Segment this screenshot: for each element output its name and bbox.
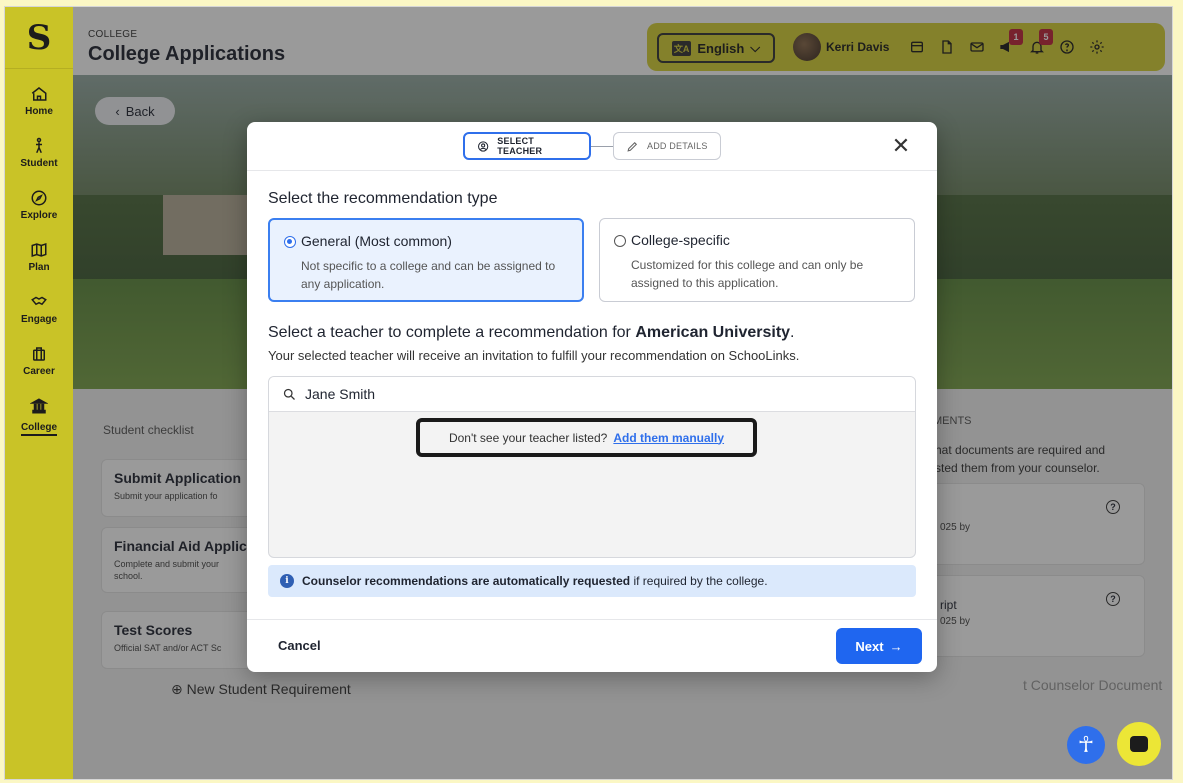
info-icon: i — [280, 574, 294, 588]
briefcase-icon — [5, 345, 73, 365]
compass-icon — [5, 189, 73, 209]
pencil-icon — [627, 141, 638, 152]
student-icon — [5, 137, 73, 157]
sidebar-item-career[interactable]: Career — [5, 345, 73, 377]
teacher-not-listed-box: Don't see your teacher listed? Add them … — [416, 418, 757, 457]
close-icon[interactable]: ✕ — [887, 132, 915, 160]
search-row — [269, 377, 915, 412]
sidebar-item-plan[interactable]: Plan — [5, 241, 73, 273]
modal-header-divider — [247, 170, 937, 171]
step-add-details[interactable]: ADD DETAILS — [613, 132, 721, 160]
schoolinks-logo[interactable]: S — [5, 7, 73, 69]
map-icon — [5, 241, 73, 261]
sidebar-item-home[interactable]: Home — [5, 85, 73, 117]
home-icon — [5, 85, 73, 105]
add-manually-link[interactable]: Add them manually — [613, 431, 724, 445]
recommendation-modal: SELECT TEACHER ADD DETAILS ✕ Select the … — [247, 122, 937, 672]
sidebar-item-engage[interactable]: Engage — [5, 293, 73, 325]
search-icon — [283, 388, 295, 400]
arrow-right-icon: → — [889, 638, 903, 654]
chat-button[interactable] — [1117, 722, 1161, 766]
teacher-search-results: Don't see your teacher listed? Add them … — [268, 376, 916, 558]
option-college-specific[interactable]: College-specific Customized for this col… — [599, 218, 915, 302]
radio-college-specific[interactable] — [614, 235, 626, 247]
sidebar-item-student[interactable]: Student — [5, 137, 73, 169]
radio-general[interactable] — [284, 236, 296, 248]
cancel-button[interactable]: Cancel — [278, 638, 321, 653]
chat-icon — [1130, 736, 1148, 752]
recommendation-type-heading: Select the recommendation type — [268, 190, 498, 207]
sidebar-item-college[interactable]: College — [5, 397, 73, 436]
handshake-icon — [5, 293, 73, 313]
counselor-info-banner: i Counselor recommendations are automati… — [268, 565, 916, 597]
accessibility-icon: ☥ — [1077, 732, 1095, 757]
bank-icon — [5, 397, 73, 417]
accessibility-button[interactable]: ☥ — [1067, 726, 1105, 764]
step-select-teacher[interactable]: SELECT TEACHER — [463, 132, 591, 160]
modal-footer-divider — [247, 619, 937, 620]
person-circle-icon — [478, 140, 489, 152]
step-connector — [591, 146, 613, 147]
sidebar: S Home Student Explore Plan Engage Caree… — [5, 7, 73, 779]
next-button[interactable]: Next → — [836, 628, 922, 664]
option-general[interactable]: General (Most common) Not specific to a … — [268, 218, 584, 302]
teacher-subheading: Your selected teacher will receive an in… — [268, 348, 800, 363]
sidebar-item-explore[interactable]: Explore — [5, 189, 73, 221]
teacher-heading: Select a teacher to complete a recommend… — [268, 324, 795, 341]
teacher-search-input[interactable] — [305, 383, 865, 405]
